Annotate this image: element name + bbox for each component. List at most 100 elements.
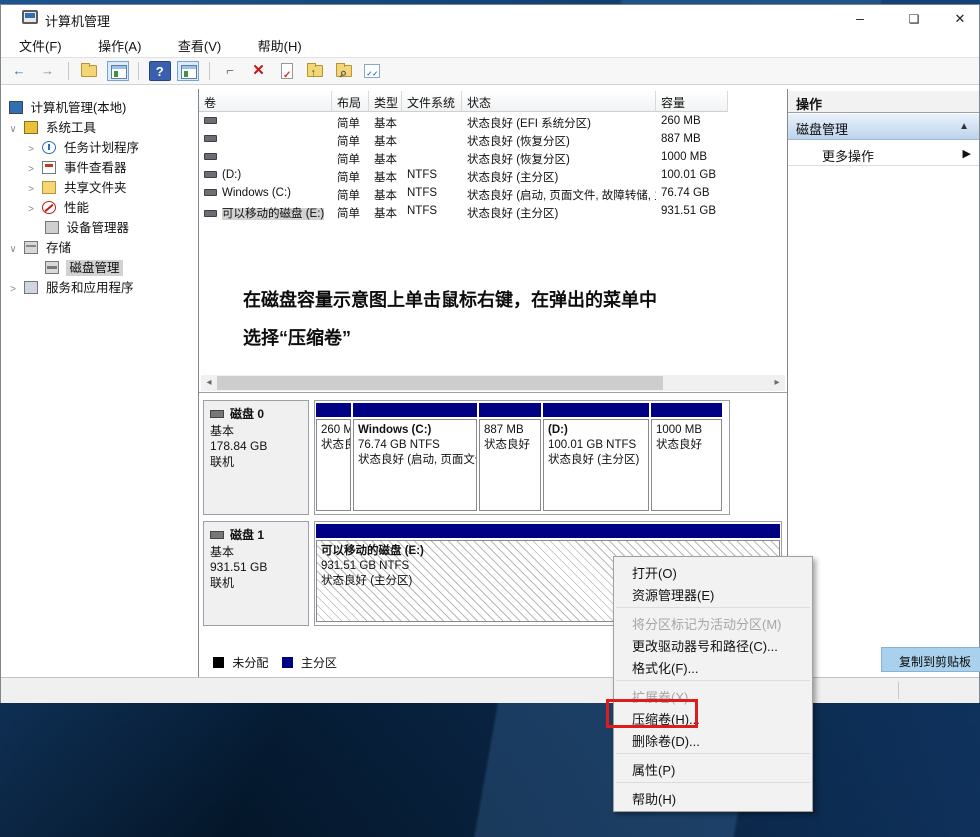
maximize-button[interactable] (897, 5, 931, 31)
legend-unallocated-label: 未分配 (232, 656, 268, 670)
back-icon[interactable] (8, 61, 30, 81)
device-icon[interactable] (219, 61, 241, 81)
disk1-label[interactable]: 磁盘 1 基本 931.51 GB 联机 (203, 521, 309, 626)
horizontal-scrollbar[interactable] (201, 375, 785, 391)
partition-efi[interactable]: 260 MB 状态良好 (315, 401, 352, 514)
more-actions-item[interactable]: 更多操作 (788, 141, 979, 166)
unallocated-color-swatch (213, 657, 224, 668)
tree-item-device-manager[interactable]: 设备管理器 (1, 217, 198, 237)
tree-item-event-viewer[interactable]: > 事件查看器 (1, 157, 198, 177)
delete-icon[interactable] (248, 61, 270, 81)
chevron-right-icon[interactable]: > (25, 204, 37, 215)
menu-item-properties[interactable]: 属性(P) (614, 757, 812, 779)
column-header-capacity[interactable]: 容量 (656, 91, 728, 112)
performance-icon (42, 201, 56, 214)
desktop: 计算机管理 文件(F) 操作(A) 查看(V) 帮助(H) (0, 0, 980, 837)
forward-icon[interactable] (36, 61, 58, 81)
scheduler-icon (42, 141, 56, 154)
chevron-right-icon[interactable]: > (7, 284, 19, 295)
chevron-right-icon[interactable]: > (25, 184, 37, 195)
copy-to-clipboard-button[interactable]: 复制到剪贴板 (881, 647, 980, 672)
disk-icon (210, 531, 224, 539)
chevron-down-icon[interactable]: ∨ (7, 244, 19, 255)
primary-partition-color-swatch (282, 657, 293, 668)
disk-icon (210, 410, 224, 418)
partition-color-bar (543, 403, 649, 417)
volume-list: 卷 布局 类型 文件系统 状态 容量 简单 基本 状态良好 (EFI 系统分区)… (199, 89, 787, 393)
legend-primary-label: 主分区 (301, 656, 337, 670)
instruction-annotation: 在磁盘容量示意图上单击鼠标右键，在弹出的菜单中 选择“压缩卷” (243, 281, 763, 357)
menu-view[interactable]: 查看(V) (170, 31, 229, 55)
scroll-left-icon[interactable] (201, 375, 217, 391)
menu-item-open[interactable]: 打开(O) (614, 560, 812, 582)
disk-management-icon (45, 261, 59, 274)
checklist-icon[interactable] (361, 61, 383, 81)
services-icon (24, 281, 38, 294)
tree-item-computer-management[interactable]: 计算机管理(本地) (1, 97, 198, 117)
partition-color-bar (479, 403, 541, 417)
tree-item-system-tools[interactable]: ∨ 系统工具 (1, 117, 198, 137)
properties-check-icon[interactable] (276, 61, 298, 81)
column-header-type[interactable]: 类型 (369, 91, 402, 112)
main-area: 计算机管理(本地) ∨ 系统工具 > 任务计划程序 > 事件查看器 (1, 89, 979, 677)
chevron-right-icon[interactable]: > (25, 164, 37, 175)
partition-color-bar (316, 524, 780, 538)
actions-header: 操作 (788, 91, 979, 113)
menu-item-format[interactable]: 格式化(F)... (614, 655, 812, 677)
computer-management-window: 计算机管理 文件(F) 操作(A) 查看(V) 帮助(H) (0, 4, 980, 703)
tree-item-performance[interactable]: > 性能 (1, 197, 198, 217)
partition-recovery-1000[interactable]: 1000 MB 状态良好 (650, 401, 723, 514)
open-folder-icon[interactable] (78, 61, 100, 81)
scrollbar-thumb[interactable] (217, 376, 663, 390)
red-highlight-box (606, 699, 698, 728)
menu-separator (616, 607, 810, 608)
menu-action[interactable]: 操作(A) (90, 31, 149, 55)
collapse-icon[interactable] (959, 121, 969, 132)
tree-item-disk-management[interactable]: 磁盘管理 (1, 257, 198, 277)
disk0-row: 磁盘 0 基本 178.84 GB 联机 260 MB 状态良好 (203, 400, 784, 515)
minimize-button[interactable] (843, 5, 877, 31)
disk0-strip: 260 MB 状态良好 Windows (C:) 76.74 GB NTFS 状… (314, 400, 730, 515)
column-header-fs[interactable]: 文件系统 (402, 91, 462, 112)
menu-help[interactable]: 帮助(H) (250, 31, 310, 55)
shared-folders-icon (42, 181, 56, 194)
event-viewer-icon (42, 161, 56, 174)
chevron-right-icon[interactable]: > (25, 144, 37, 155)
folder-search-icon[interactable] (333, 61, 355, 81)
menu-bar: 文件(F) 操作(A) 查看(V) 帮助(H) (1, 31, 979, 57)
toolbar-separator (68, 62, 69, 80)
disk0-label[interactable]: 磁盘 0 基本 178.84 GB 联机 (203, 400, 309, 515)
tree-item-services-apps[interactable]: > 服务和应用程序 (1, 277, 198, 297)
partition-c[interactable]: Windows (C:) 76.74 GB NTFS 状态良好 (启动, 页面文… (352, 401, 478, 514)
statusbar-divider (898, 682, 899, 699)
partition-color-bar (316, 403, 351, 417)
menu-item-explorer[interactable]: 资源管理器(E) (614, 582, 812, 604)
volume-icon (204, 153, 217, 160)
folder-up-icon[interactable] (304, 61, 326, 81)
tree-item-storage[interactable]: ∨ 存储 (1, 237, 198, 257)
close-button[interactable] (943, 5, 977, 31)
window-title: 计算机管理 (45, 11, 110, 30)
column-header-status[interactable]: 状态 (462, 91, 656, 112)
submenu-arrow-icon (963, 147, 971, 160)
tree-item-shared-folders[interactable]: > 共享文件夹 (1, 177, 198, 197)
chevron-down-icon[interactable]: ∨ (7, 124, 19, 135)
menu-item-help[interactable]: 帮助(H) (614, 786, 812, 808)
menu-separator (616, 782, 810, 783)
column-header-volume[interactable]: 卷 (199, 91, 332, 112)
status-bar (1, 677, 979, 703)
title-bar[interactable]: 计算机管理 (1, 5, 979, 31)
menu-file[interactable]: 文件(F) (11, 31, 70, 55)
show-console-tree-icon[interactable] (107, 61, 129, 81)
actions-section-disk-management[interactable]: 磁盘管理 (788, 114, 979, 140)
column-header-layout[interactable]: 布局 (332, 91, 369, 112)
menu-item-change-drive-letter[interactable]: 更改驱动器号和路径(C)... (614, 633, 812, 655)
storage-icon (24, 241, 38, 254)
show-action-pane-icon[interactable] (177, 61, 199, 81)
tree-item-task-scheduler[interactable]: > 任务计划程序 (1, 137, 198, 157)
menu-item-delete-volume[interactable]: 删除卷(D)... (614, 728, 812, 750)
scroll-right-icon[interactable] (769, 375, 785, 391)
help-icon[interactable] (149, 61, 171, 81)
partition-recovery-887[interactable]: 887 MB 状态良好 (478, 401, 542, 514)
partition-d[interactable]: (D:) 100.01 GB NTFS 状态良好 (主分区) (542, 401, 650, 514)
